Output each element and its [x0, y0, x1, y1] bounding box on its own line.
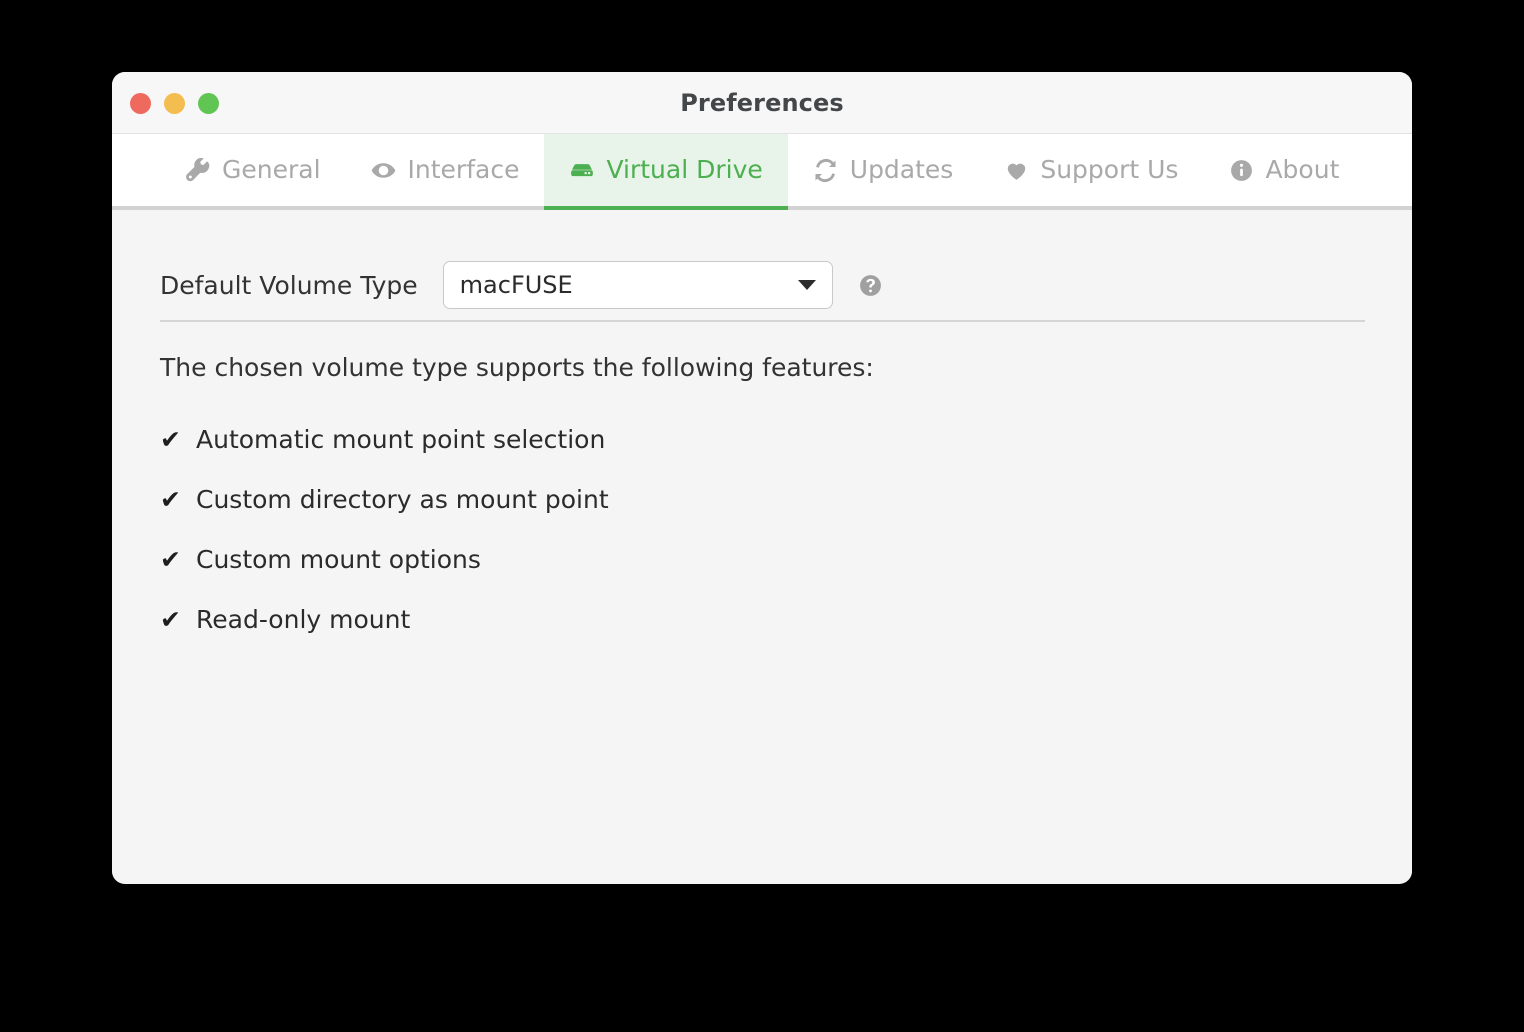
default-volume-type-select[interactable]: macFUSE — [442, 261, 833, 309]
feature-label: Custom directory as mount point — [196, 484, 609, 514]
tab-support-us[interactable]: Support Us — [978, 134, 1203, 206]
preferences-tab-bar: General Interface Virtual Drive Updates … — [112, 134, 1412, 210]
tab-general-label: General — [222, 154, 321, 184]
window-title: Preferences — [680, 89, 844, 117]
features-intro-text: The chosen volume type supports the foll… — [160, 353, 874, 382]
chevron-down-icon — [797, 280, 816, 290]
check-icon: ✔ — [160, 544, 181, 574]
hard-drive-icon — [569, 157, 595, 183]
tab-interface[interactable]: Interface — [346, 134, 545, 206]
tab-support-us-label: Support Us — [1040, 154, 1179, 184]
tab-about-label: About — [1265, 154, 1340, 184]
tab-virtual-drive-label: Virtual Drive — [606, 154, 763, 184]
supported-features-list: ✔ Automatic mount point selection ✔ Cust… — [160, 409, 609, 649]
section-divider — [160, 320, 1365, 322]
list-item: ✔ Custom mount options — [160, 529, 609, 589]
eye-icon — [371, 157, 397, 183]
wrench-icon — [185, 157, 211, 183]
feature-label: Custom mount options — [196, 544, 481, 574]
virtual-drive-panel: Default Volume Type macFUSE The chosen v… — [112, 210, 1412, 880]
feature-label: Automatic mount point selection — [196, 424, 606, 454]
preferences-window: Preferences General Interface Virtual Dr… — [112, 72, 1412, 884]
list-item: ✔ Custom directory as mount point — [160, 469, 609, 529]
list-item: ✔ Read-only mount — [160, 589, 609, 649]
list-item: ✔ Automatic mount point selection — [160, 409, 609, 469]
check-icon: ✔ — [160, 604, 181, 634]
feature-label: Read-only mount — [196, 604, 411, 634]
default-volume-type-value: macFUSE — [459, 271, 573, 299]
question-circle-icon[interactable] — [858, 273, 883, 298]
window-titlebar: Preferences — [112, 72, 1412, 134]
refresh-icon — [813, 157, 839, 183]
tab-general[interactable]: General — [160, 134, 346, 206]
check-icon: ✔ — [160, 424, 181, 454]
tab-virtual-drive[interactable]: Virtual Drive — [544, 134, 789, 210]
heart-icon — [1003, 157, 1029, 183]
tab-interface-label: Interface — [407, 154, 520, 184]
info-circle-icon — [1228, 157, 1254, 183]
default-volume-type-row: Default Volume Type macFUSE — [160, 261, 883, 309]
desktop-background: Preferences General Interface Virtual Dr… — [0, 0, 1524, 1032]
default-volume-type-label: Default Volume Type — [160, 270, 418, 300]
tab-updates[interactable]: Updates — [788, 134, 979, 206]
check-icon: ✔ — [160, 484, 181, 514]
tab-updates-label: Updates — [849, 154, 954, 184]
tab-about[interactable]: About — [1203, 134, 1364, 206]
